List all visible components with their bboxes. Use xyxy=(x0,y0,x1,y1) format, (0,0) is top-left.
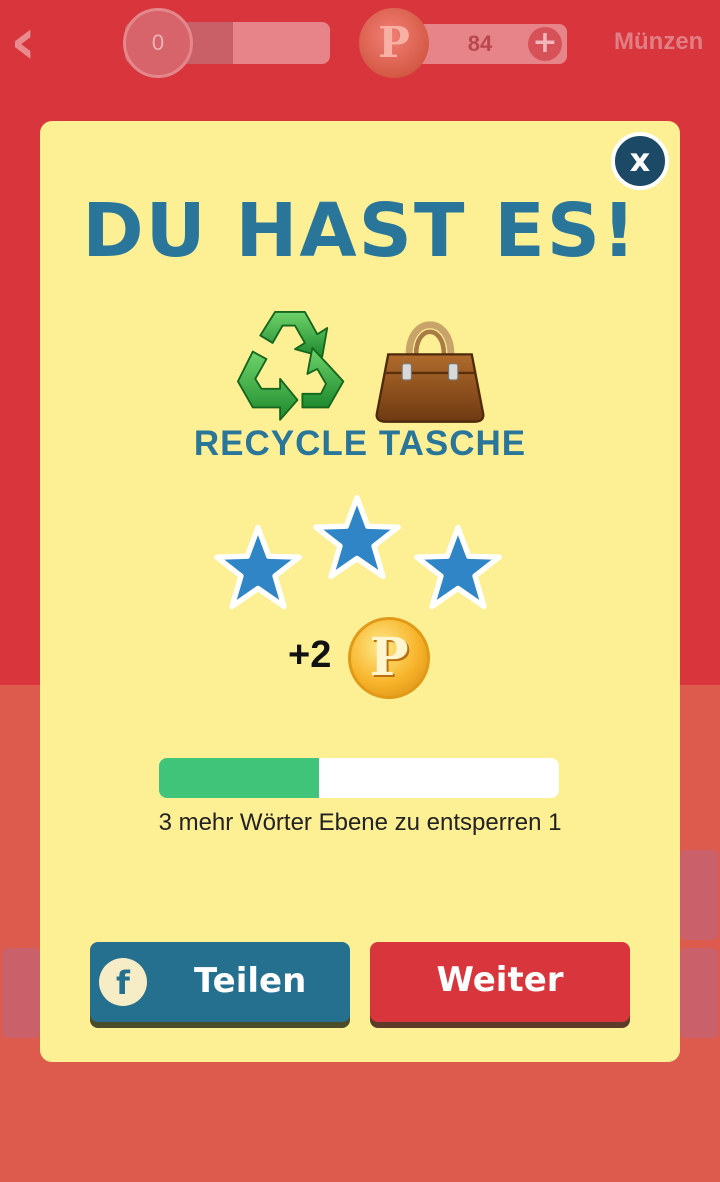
share-button[interactable]: f Teilen xyxy=(90,942,350,1022)
star-icon xyxy=(313,494,401,580)
coin-icon: P xyxy=(348,617,430,699)
share-label: Teilen xyxy=(194,961,307,1001)
coin-icon: P xyxy=(359,8,429,78)
close-button[interactable]: x xyxy=(611,132,669,190)
star-icon xyxy=(214,524,302,610)
coin-count: 84 xyxy=(467,31,493,56)
star-icon xyxy=(414,524,502,610)
shuffle-tile xyxy=(680,850,718,940)
hint-counter[interactable]: 0 xyxy=(123,8,193,78)
recycle-icon xyxy=(236,310,345,421)
next-button[interactable]: Weiter xyxy=(370,942,630,1022)
next-label: Weiter xyxy=(436,960,564,1000)
coins-label[interactable]: Münzen xyxy=(614,28,703,56)
facebook-icon: f xyxy=(99,958,147,1006)
handbag-icon xyxy=(375,321,485,423)
letter-tile xyxy=(2,948,40,1038)
level-progress-fill xyxy=(159,758,319,798)
answer-text: RECYCLE TASCHE xyxy=(193,424,527,463)
level-progress-bar xyxy=(159,758,559,798)
dialog-title: DU HAST ES! xyxy=(82,188,638,274)
progress-caption: 3 mehr Wörter Ebene zu entsperren 1 xyxy=(158,809,562,836)
reward-amount: +2 xyxy=(288,634,332,676)
add-coins-button[interactable]: + xyxy=(528,27,562,61)
back-arrow-icon[interactable]: ‹ xyxy=(10,10,54,80)
letter-tile xyxy=(680,948,718,1038)
